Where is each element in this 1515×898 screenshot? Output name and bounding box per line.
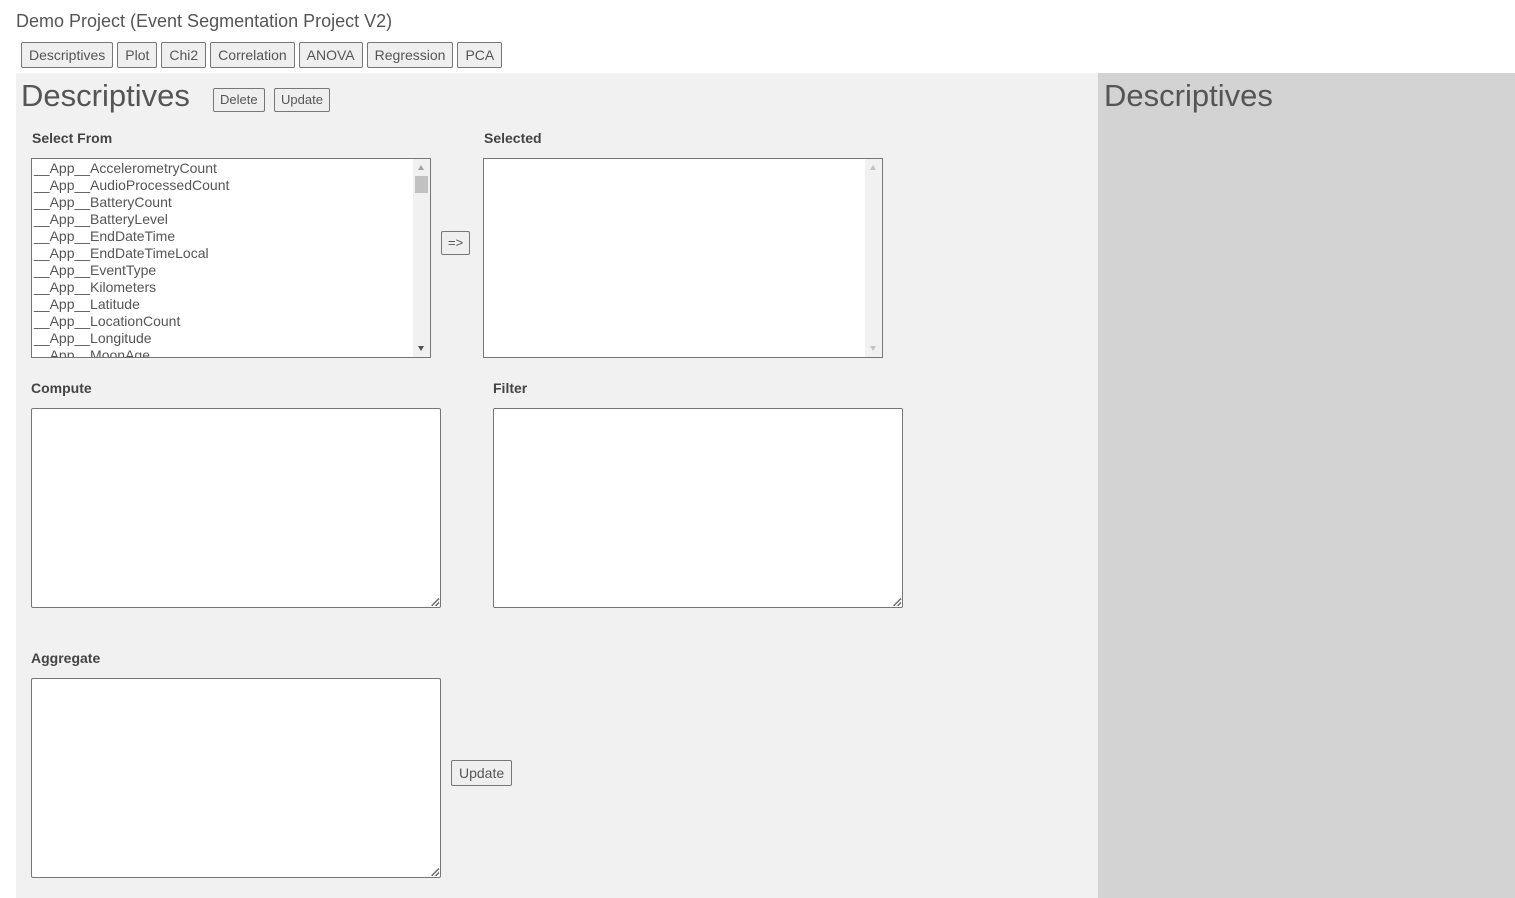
- aggregate-textarea[interactable]: [31, 678, 441, 878]
- select-from-option[interactable]: __App__LocationCount: [34, 313, 430, 330]
- tab-anova[interactable]: ANOVA: [298, 42, 363, 68]
- aggregate-label: Aggregate: [31, 650, 101, 666]
- tab-descriptives[interactable]: Descriptives: [21, 42, 114, 68]
- aggregate-field-wrapper: [31, 678, 441, 878]
- select-from-option[interactable]: __App__EndDateTime: [34, 228, 430, 245]
- select-from-listbox[interactable]: __App__AccelerometryCount __App__AudioPro…: [31, 158, 431, 358]
- tab-chi2[interactable]: Chi2: [161, 42, 207, 68]
- page-title: Demo Project (Event Segmentation Project…: [16, 11, 393, 31]
- select-from-label: Select From: [32, 130, 113, 146]
- compute-field-wrapper: [31, 408, 441, 608]
- form-heading: Descriptives: [21, 78, 190, 113]
- select-from-options: __App__AccelerometryCount __App__AudioPro…: [32, 159, 430, 357]
- analysis-tab-bar: Descriptives Plot Chi2 Correlation ANOVA…: [21, 42, 506, 68]
- selected-label: Selected: [484, 130, 542, 146]
- scroll-thumb[interactable]: [415, 176, 428, 193]
- aggregate-update-button[interactable]: Update: [451, 760, 513, 786]
- select-from-option[interactable]: __App__EventType: [34, 262, 430, 279]
- scroll-down-arrow-icon[interactable]: [418, 346, 424, 351]
- select-from-option[interactable]: __App__EndDateTimeLocal: [34, 245, 430, 262]
- select-from-scrollbar[interactable]: [413, 159, 430, 357]
- tab-plot[interactable]: Plot: [117, 42, 158, 68]
- tab-pca[interactable]: PCA: [457, 42, 503, 68]
- tab-correlation[interactable]: Correlation: [210, 42, 295, 68]
- delete-button[interactable]: Delete: [213, 88, 265, 112]
- select-from-option[interactable]: __App__Latitude: [34, 296, 430, 313]
- select-from-option[interactable]: __App__Longitude: [34, 330, 430, 347]
- update-button[interactable]: Update: [274, 88, 330, 112]
- select-from-option[interactable]: __App__Kilometers: [34, 279, 430, 296]
- select-from-option[interactable]: __App__MoonAge: [34, 347, 430, 357]
- scroll-down-arrow-icon[interactable]: [870, 346, 876, 351]
- select-from-option[interactable]: __App__AccelerometryCount: [34, 160, 430, 177]
- scroll-up-arrow-icon[interactable]: [870, 165, 876, 170]
- select-from-option[interactable]: __App__BatteryCount: [34, 194, 430, 211]
- filter-textarea[interactable]: [493, 408, 903, 608]
- move-to-selected-button[interactable]: =>: [441, 231, 471, 255]
- select-from-option[interactable]: __App__BatteryLevel: [34, 211, 430, 228]
- selected-scrollbar[interactable]: [865, 159, 882, 357]
- scroll-up-arrow-icon[interactable]: [418, 165, 424, 170]
- tab-regression[interactable]: Regression: [366, 42, 454, 68]
- filter-field-wrapper: [493, 408, 903, 608]
- results-panel: Descriptives: [1098, 73, 1515, 898]
- results-heading: Descriptives: [1104, 78, 1273, 113]
- selected-listbox[interactable]: [483, 158, 883, 358]
- select-from-option[interactable]: __App__AudioProcessedCount: [34, 177, 430, 194]
- compute-label: Compute: [31, 380, 92, 396]
- descriptives-form-panel: Descriptives Delete Update Select From _…: [16, 73, 1098, 898]
- selected-options: [484, 159, 882, 160]
- compute-textarea[interactable]: [31, 408, 441, 608]
- filter-label: Filter: [493, 380, 528, 396]
